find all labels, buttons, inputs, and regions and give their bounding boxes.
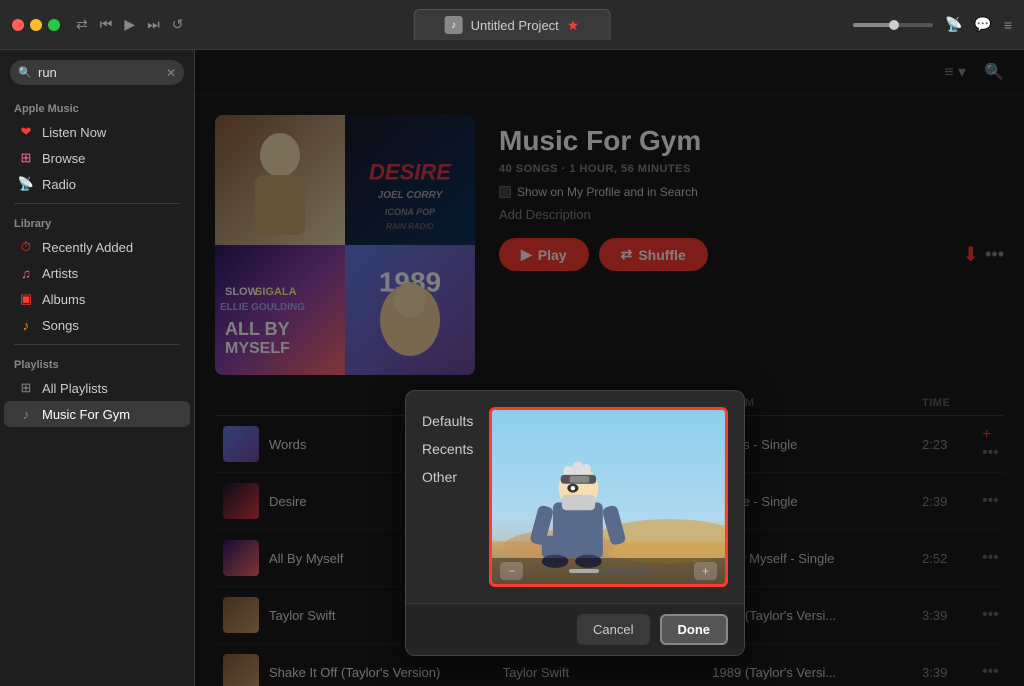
sidebar-item-all-playlists[interactable]: ⊞ All Playlists [4,375,190,401]
dialog-image-area: − + [489,407,728,587]
titlebar-right: 📡 💬 ≡ [853,16,1012,33]
radio-icon: 📡 [18,176,34,192]
albums-icon: ▣ [18,291,34,307]
search-input[interactable] [10,60,184,85]
done-button[interactable]: Done [660,614,729,645]
apple-music-section-label: Apple Music [0,95,194,119]
sidebar-item-music-for-gym[interactable]: ♪ Music For Gym [4,401,190,427]
project-title: Untitled Project [471,18,559,33]
sidebar: 🔍 ✕ Apple Music ❤ Listen Now ⊞ Browse 📡 … [0,50,195,686]
shuffle-control[interactable]: ⇄ [76,16,88,33]
zoom-slider[interactable] [569,569,649,573]
dialog-menu: Defaults Recents Other [422,407,473,587]
browse-icon: ⊞ [18,150,34,166]
all-playlists-label: All Playlists [42,381,108,396]
radio-label: Radio [42,177,76,192]
dialog-image: − + [492,410,725,584]
sidebar-divider-1 [14,203,180,204]
dialog-menu-other[interactable]: Other [422,467,473,487]
artists-label: Artists [42,266,78,281]
star-icon[interactable]: ★ [567,17,580,34]
music-for-gym-label: Music For Gym [42,407,130,422]
playlists-section-label: Playlists [0,351,194,375]
dialog-body: Defaults Recents Other [406,391,744,603]
repeat-control[interactable]: ↺ [172,16,184,33]
dialog-menu-recents[interactable]: Recents [422,439,473,459]
sidebar-divider-2 [14,344,180,345]
lyrics-icon[interactable]: 💬 [974,16,991,33]
sidebar-item-radio[interactable]: 📡 Radio [4,171,190,197]
title-tab-area: ♪ Untitled Project ★ [414,9,611,40]
image-controls: − + [492,558,725,584]
albums-label: Albums [42,292,85,307]
prev-control[interactable]: ⏮ [100,16,113,33]
playback-controls: ⇄ ⏮ ▶ ⏭ ↺ [76,16,183,33]
minimize-button[interactable] [30,19,42,31]
titlebar: ⇄ ⏮ ▶ ⏭ ↺ ♪ Untitled Project ★ 📡 💬 ≡ [0,0,1024,50]
sidebar-item-listen-now[interactable]: ❤ Listen Now [4,119,190,145]
airplay-icon[interactable]: 📡 [945,16,962,33]
search-icon: 🔍 [18,66,32,79]
music-for-gym-icon: ♪ [18,406,34,422]
listen-now-icon: ❤ [18,124,34,140]
recently-added-icon: ⏱ [18,239,34,255]
recently-added-label: Recently Added [42,240,133,255]
close-button[interactable] [12,19,24,31]
sidebar-item-recently-added[interactable]: ⏱ Recently Added [4,234,190,260]
browse-label: Browse [42,151,85,166]
sidebar-item-browse[interactable]: ⊞ Browse [4,145,190,171]
dialog-menu-defaults[interactable]: Defaults [422,411,473,431]
zoom-in-button[interactable]: + [694,562,717,580]
dialog-overlay: Defaults Recents Other [195,50,1024,686]
dialog-footer: Cancel Done [406,603,744,655]
sidebar-item-songs[interactable]: ♪ Songs [4,312,190,338]
maximize-button[interactable] [48,19,60,31]
cancel-button[interactable]: Cancel [577,614,649,645]
music-tab-icon: ♪ [445,16,463,34]
zoom-out-button[interactable]: − [500,562,523,580]
songs-icon: ♪ [18,317,34,333]
play-control[interactable]: ▶ [124,16,135,33]
listen-now-label: Listen Now [42,125,106,140]
sidebar-item-albums[interactable]: ▣ Albums [4,286,190,312]
artists-icon: ♫ [18,265,34,281]
main-layout: 🔍 ✕ Apple Music ❤ Listen Now ⊞ Browse 📡 … [0,50,1024,686]
sidebar-item-artists[interactable]: ♫ Artists [4,260,190,286]
volume-slider[interactable] [853,23,933,27]
search-clear-icon[interactable]: ✕ [166,66,176,80]
title-tab[interactable]: ♪ Untitled Project ★ [414,9,611,40]
content-area: ≡ ▾ 🔍 [195,50,1024,686]
all-playlists-icon: ⊞ [18,380,34,396]
search-container: 🔍 ✕ [10,60,184,85]
songs-label: Songs [42,318,79,333]
traffic-lights [12,19,60,31]
image-picker-dialog: Defaults Recents Other [405,390,745,656]
menu-icon[interactable]: ≡ [1004,17,1012,33]
library-section-label: Library [0,210,194,234]
next-control[interactable]: ⏭ [147,16,160,33]
